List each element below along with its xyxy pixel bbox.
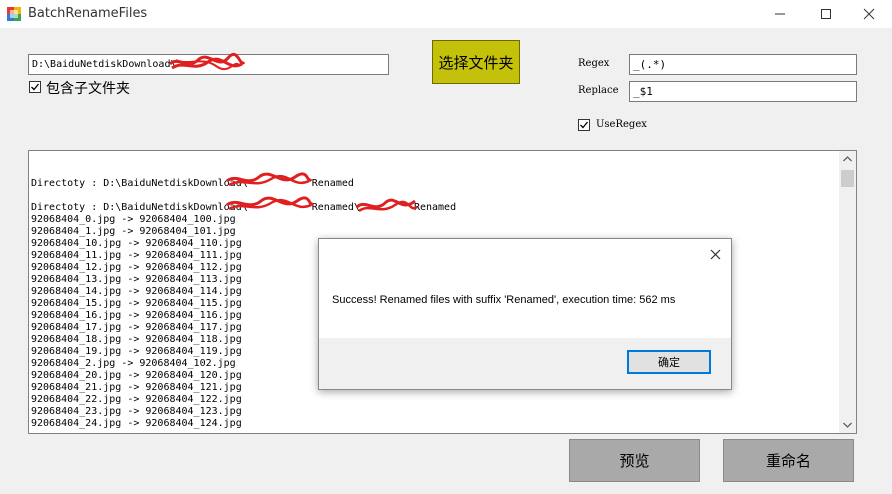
redaction-scribble xyxy=(355,198,418,213)
close-icon xyxy=(710,249,720,259)
include-subfolders-checkbox[interactable] xyxy=(29,81,41,93)
scroll-down-icon[interactable] xyxy=(839,416,856,433)
log-line: 92068404_13.jpg -> 92068404_113.jpg xyxy=(31,274,242,285)
regex-input[interactable]: _(.*) xyxy=(629,54,857,75)
replace-value: _$1 xyxy=(633,85,653,98)
maximize-button[interactable] xyxy=(803,0,849,28)
folder-path-value: D:\BaiduNetdiskDownload\ xyxy=(32,59,177,70)
maximize-icon xyxy=(821,9,831,19)
select-folder-button[interactable]: 选择文件夹 xyxy=(432,40,520,84)
minimize-button[interactable] xyxy=(757,0,803,28)
log-line: 92068404_1.jpg -> 92068404_101.jpg xyxy=(31,226,236,237)
window-title: BatchRenameFiles xyxy=(28,6,148,21)
use-regex-label: UseRegex xyxy=(596,119,647,130)
regex-value: _(.*) xyxy=(633,58,667,71)
dialog-footer: 确定 xyxy=(319,338,731,389)
log-line: 92068404_14.jpg -> 92068404_114.jpg xyxy=(31,286,242,297)
regex-label: Regex xyxy=(578,58,610,69)
scrollbar-thumb[interactable] xyxy=(841,170,854,187)
minimize-icon xyxy=(775,13,785,15)
include-subfolders-label: 包含子文件夹 xyxy=(46,81,130,97)
log-scrollbar[interactable] xyxy=(839,151,856,433)
log-line: 92068404_21.jpg -> 92068404_121.jpg xyxy=(31,382,242,393)
replace-input[interactable]: _$1 xyxy=(629,81,857,102)
replace-label: Replace xyxy=(578,85,619,96)
log-line: 92068404_12.jpg -> 92068404_112.jpg xyxy=(31,262,242,273)
redaction-scribble xyxy=(226,196,315,211)
title-bar: BatchRenameFiles xyxy=(0,0,892,28)
checkmark-icon xyxy=(580,121,589,129)
checkmark-icon xyxy=(31,83,40,91)
log-line: 92068404_2.jpg -> 92068404_102.jpg xyxy=(31,358,236,369)
log-line: 92068404_23.jpg -> 92068404_123.jpg xyxy=(31,406,242,417)
rename-button[interactable]: 重命名 xyxy=(723,439,854,482)
log-line: 92068404_19.jpg -> 92068404_119.jpg xyxy=(31,346,242,357)
close-button[interactable] xyxy=(846,0,892,28)
preview-button[interactable]: 预览 xyxy=(569,439,700,482)
log-line: 92068404_18.jpg -> 92068404_118.jpg xyxy=(31,334,242,345)
log-line: 92068404_17.jpg -> 92068404_117.jpg xyxy=(31,322,242,333)
log-line: 92068404_22.jpg -> 92068404_122.jpg xyxy=(31,394,242,405)
log-line: 92068404_11.jpg -> 92068404_111.jpg xyxy=(31,250,242,261)
app-icon xyxy=(7,7,21,21)
log-line: 92068404_0.jpg -> 92068404_100.jpg xyxy=(31,214,236,225)
dialog-close-button[interactable] xyxy=(703,243,727,265)
log-line: 92068404_16.jpg -> 92068404_116.jpg xyxy=(31,310,242,321)
redaction-scribble xyxy=(226,172,313,187)
log-line: 92068404_24.jpg -> 92068404_124.jpg xyxy=(31,418,242,429)
scroll-up-icon[interactable] xyxy=(839,151,856,168)
close-icon xyxy=(863,8,875,20)
redaction-scribble xyxy=(168,52,246,71)
dialog-message: Success! Renamed files with suffix 'Rena… xyxy=(332,294,676,306)
log-line: 92068404_15.jpg -> 92068404_115.jpg xyxy=(31,298,242,309)
use-regex-checkbox[interactable] xyxy=(578,119,590,131)
success-dialog: Success! Renamed files with suffix 'Rena… xyxy=(318,238,732,390)
ok-button[interactable]: 确定 xyxy=(627,350,711,374)
log-line: 92068404_20.jpg -> 92068404_120.jpg xyxy=(31,370,242,381)
log-line: 92068404_10.jpg -> 92068404_110.jpg xyxy=(31,238,242,249)
